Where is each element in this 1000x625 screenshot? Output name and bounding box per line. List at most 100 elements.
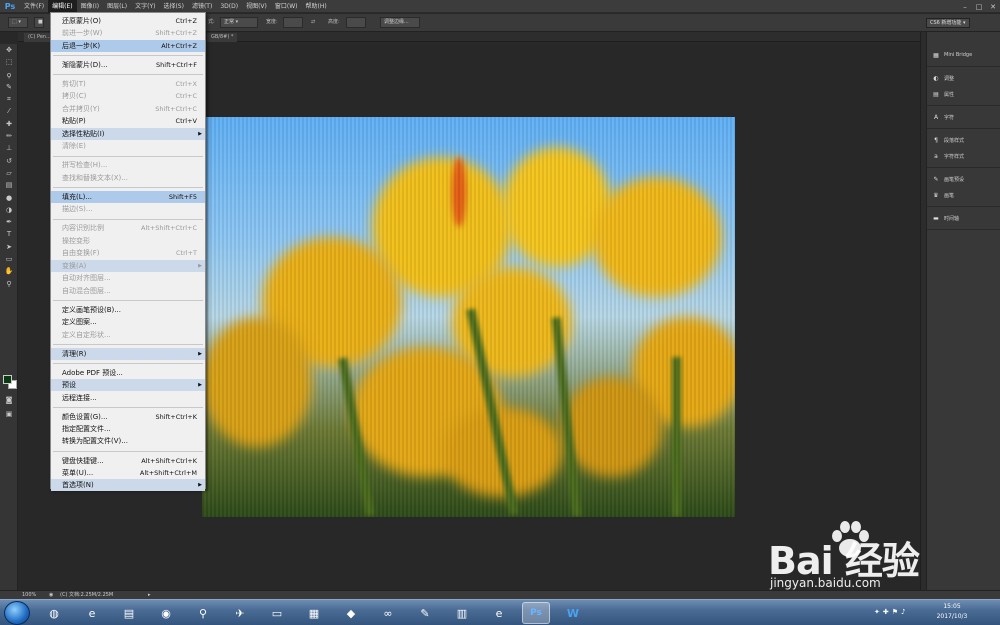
dock-panel-button[interactable]: ▬ 时间轴 bbox=[927, 212, 1000, 224]
edit-menu-item[interactable]: 自动混合图层... bbox=[51, 285, 205, 297]
edit-menu-item[interactable]: 预设 ▶ bbox=[51, 379, 205, 392]
wps-icon[interactable]: W bbox=[559, 602, 587, 624]
edit-menu-item[interactable]: 粘贴(P) Ctrl+V bbox=[51, 115, 205, 127]
hand-tool-icon[interactable]: ✋ bbox=[0, 265, 18, 277]
edit-menu-item[interactable]: 远程连接... bbox=[51, 392, 205, 404]
marquee-preset-picker[interactable]: ⬚ ▾ bbox=[8, 17, 28, 28]
photoshop-taskbar-icon[interactable]: Ps bbox=[522, 602, 550, 624]
edit-menu-item[interactable]: 转换为配置文件(V)... bbox=[51, 435, 205, 447]
zoom-level[interactable]: 100% bbox=[22, 591, 36, 599]
path-select-tool-icon[interactable]: ➤ bbox=[0, 241, 18, 253]
edit-menu-item[interactable]: 后退一步(K) Alt+Ctrl+Z bbox=[51, 39, 205, 52]
firefox-icon[interactable]: ◉ bbox=[152, 602, 180, 624]
status-menu-arrow-icon[interactable]: ▸ bbox=[148, 591, 151, 599]
edge-browser-icon[interactable]: e bbox=[485, 602, 513, 624]
paint-app-icon[interactable]: ✎ bbox=[411, 602, 439, 624]
internet-explorer-icon[interactable]: e bbox=[78, 602, 106, 624]
edit-menu-item[interactable]: Adobe PDF 预设... bbox=[51, 367, 205, 379]
healing-brush-tool-icon[interactable]: ✚ bbox=[0, 118, 18, 130]
dock-panel-button[interactable]: ¶ 段落样式 bbox=[927, 134, 1000, 146]
edit-menu-item[interactable]: 查找和替换文本(X)... bbox=[51, 172, 205, 184]
move-tool-icon[interactable]: ✥ bbox=[0, 44, 18, 56]
foreground-color-swatch[interactable] bbox=[3, 375, 12, 384]
type-tool-icon[interactable]: T bbox=[0, 228, 18, 240]
new-selection-button[interactable]: ■ bbox=[34, 17, 44, 28]
menu-8[interactable]: 视图(V) bbox=[242, 0, 271, 13]
clock-date[interactable]: 2017/10/3 bbox=[932, 613, 972, 620]
menu-6[interactable]: 滤镜(T) bbox=[188, 0, 216, 13]
history-brush-tool-icon[interactable]: ↺ bbox=[0, 155, 18, 167]
menu-2[interactable]: 图像(I) bbox=[77, 0, 103, 13]
grid-app-icon[interactable]: ▦ bbox=[300, 602, 328, 624]
edit-menu-item[interactable]: 清除(E) bbox=[51, 140, 205, 152]
edit-menu-item[interactable]: 自动对齐图层... bbox=[51, 272, 205, 284]
dock-panel-button[interactable]: ▦ Mini Bridge bbox=[927, 49, 1000, 61]
quick-select-tool-icon[interactable]: ✎ bbox=[0, 81, 18, 93]
screen-mode-icon[interactable]: ▣ bbox=[0, 408, 18, 420]
edit-menu-item[interactable]: 颜色设置(G)... Shift+Ctrl+K bbox=[51, 411, 205, 423]
edit-menu-item[interactable]: 合并拷贝(Y) Shift+Ctrl+C bbox=[51, 103, 205, 115]
lasso-tool-icon[interactable]: ϙ bbox=[0, 69, 18, 81]
file-explorer-icon[interactable]: ▤ bbox=[115, 602, 143, 624]
workspace-switcher[interactable]: CS6 新增功能 ▾ bbox=[926, 18, 970, 28]
menu-10[interactable]: 帮助(H) bbox=[302, 0, 331, 13]
brush-tool-icon[interactable]: ✏ bbox=[0, 130, 18, 142]
network-app-icon[interactable]: ▭ bbox=[263, 602, 291, 624]
edit-menu-item[interactable]: 描边(S)... bbox=[51, 203, 205, 215]
width-input[interactable] bbox=[283, 17, 303, 28]
edit-menu-item[interactable]: 选择性粘贴(I) ▶ bbox=[51, 127, 205, 140]
eyedropper-tool-icon[interactable]: ⁄ bbox=[0, 105, 18, 117]
menu-0[interactable]: 文件(F) bbox=[20, 0, 48, 13]
edit-menu-item[interactable]: 还原蒙片(O) Ctrl+Z bbox=[51, 15, 205, 27]
feather-app-icon[interactable]: ✈ bbox=[226, 602, 254, 624]
minimize-icon[interactable]: – bbox=[958, 0, 972, 13]
close-icon[interactable]: ✕ bbox=[986, 0, 1000, 13]
edit-menu-item[interactable]: 定义图案... bbox=[51, 316, 205, 328]
maximize-icon[interactable]: □ bbox=[972, 0, 986, 13]
dock-panel-button[interactable]: ✎ 画笔预设 bbox=[927, 173, 1000, 185]
dodge-tool-icon[interactable]: ◑ bbox=[0, 204, 18, 216]
edit-menu-item[interactable]: 定义画笔预设(B)... bbox=[51, 304, 205, 316]
zoom-tool-icon[interactable]: ⚲ bbox=[0, 278, 18, 290]
gradient-tool-icon[interactable]: ▤ bbox=[0, 179, 18, 191]
menu-4[interactable]: 文字(Y) bbox=[131, 0, 159, 13]
color-swatches[interactable] bbox=[3, 375, 17, 389]
edit-menu-item[interactable]: 拷贝(C) Ctrl+C bbox=[51, 90, 205, 102]
style-select[interactable]: 正常 ▾ bbox=[220, 17, 258, 28]
menu-3[interactable]: 图层(L) bbox=[103, 0, 131, 13]
quick-mask-icon[interactable]: ◙ bbox=[0, 394, 18, 406]
dock-panel-button[interactable]: ◐ 调整 bbox=[927, 72, 1000, 84]
clock-time[interactable]: 15:05 bbox=[932, 603, 972, 610]
menu-5[interactable]: 选择(S) bbox=[159, 0, 188, 13]
chrome-icon[interactable]: ◍ bbox=[40, 602, 68, 624]
edit-menu-item[interactable]: 内容识别比例 Alt+Shift+Ctrl+C bbox=[51, 222, 205, 234]
dock-panel-button[interactable]: ♛ 画笔 bbox=[927, 189, 1000, 201]
edit-menu-item[interactable]: 填充(L)... Shift+F5 bbox=[51, 190, 205, 203]
edit-menu-item[interactable]: 键盘快捷键... Alt+Shift+Ctrl+K bbox=[51, 455, 205, 467]
edit-menu-item[interactable]: 指定配置文件... bbox=[51, 423, 205, 435]
dock-panel-button[interactable]: a 字符样式 bbox=[927, 150, 1000, 162]
height-input[interactable] bbox=[346, 17, 366, 28]
edit-menu-item[interactable]: 首选项(N) ▶ bbox=[51, 479, 205, 492]
shape-tool-icon[interactable]: ▭ bbox=[0, 253, 18, 265]
blur-tool-icon[interactable]: ● bbox=[0, 192, 18, 204]
refine-edge-button[interactable]: 调整边缘... bbox=[380, 17, 420, 28]
edit-menu-item[interactable]: 拼写检查(H)... bbox=[51, 159, 205, 171]
edit-menu-item[interactable]: 前进一步(W) Shift+Ctrl+Z bbox=[51, 27, 205, 39]
eraser-app-icon[interactable]: ◆ bbox=[337, 602, 365, 624]
status-info-icon[interactable]: ◉ bbox=[49, 591, 53, 599]
pen-tool-icon[interactable]: ✒ bbox=[0, 216, 18, 228]
tulip-photo-canvas[interactable] bbox=[202, 117, 735, 517]
edit-menu-item[interactable]: 变换(A) ▶ bbox=[51, 259, 205, 272]
crop-tool-icon[interactable]: ⌗ bbox=[0, 93, 18, 105]
edit-menu-item[interactable]: 操控变形 bbox=[51, 235, 205, 247]
edit-menu-item[interactable]: 清理(R) ▶ bbox=[51, 347, 205, 360]
windows-start-icon[interactable] bbox=[4, 601, 30, 625]
edit-menu-item[interactable]: 定义自定形状... bbox=[51, 329, 205, 341]
menu-1[interactable]: 编辑(E) bbox=[48, 0, 77, 13]
menu-9[interactable]: 窗口(W) bbox=[271, 0, 302, 13]
swap-icon[interactable]: ⇄ bbox=[311, 17, 315, 28]
search-app-icon[interactable]: ⚲ bbox=[189, 602, 217, 624]
edit-menu-item[interactable]: 渐隐蒙片(D)... Shift+Ctrl+F bbox=[51, 59, 205, 71]
menu-7[interactable]: 3D(D) bbox=[216, 0, 242, 13]
